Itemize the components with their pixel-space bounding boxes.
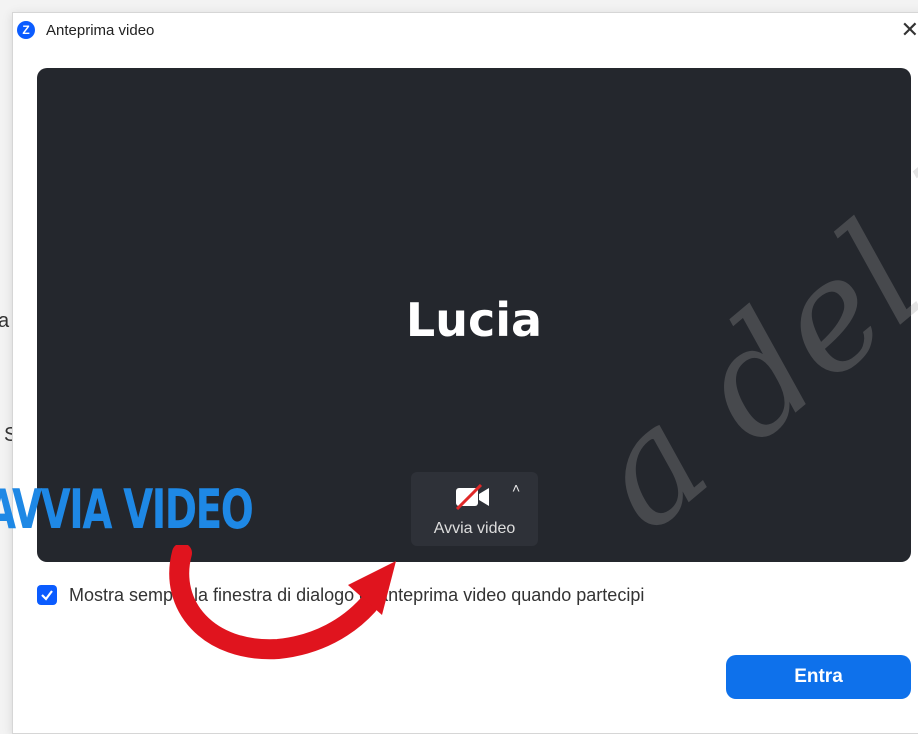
enter-button[interactable]: Entra	[726, 655, 911, 699]
participant-name: Lucia	[405, 293, 543, 347]
close-button[interactable]: ✕	[901, 17, 918, 43]
camera-off-icon	[455, 483, 491, 515]
start-video-label: Avvia video	[433, 520, 516, 537]
annotation-arrow-icon	[168, 543, 408, 670]
zoom-logo-icon: Z	[17, 21, 35, 39]
always-show-preview-checkbox[interactable]	[37, 585, 57, 605]
annotation-label: AVVIA VIDEO	[0, 478, 254, 541]
chevron-up-icon[interactable]: ˄	[512, 480, 520, 496]
background-text: a	[0, 310, 10, 332]
window-title: Anteprima video	[46, 22, 155, 39]
title-bar: Z Anteprima video ✕	[13, 13, 918, 47]
start-video-button[interactable]: ˄ Avvia video	[411, 472, 538, 546]
video-preview-dialog: Z Anteprima video ✕ Lucia ˄ Avvia video …	[12, 12, 918, 734]
